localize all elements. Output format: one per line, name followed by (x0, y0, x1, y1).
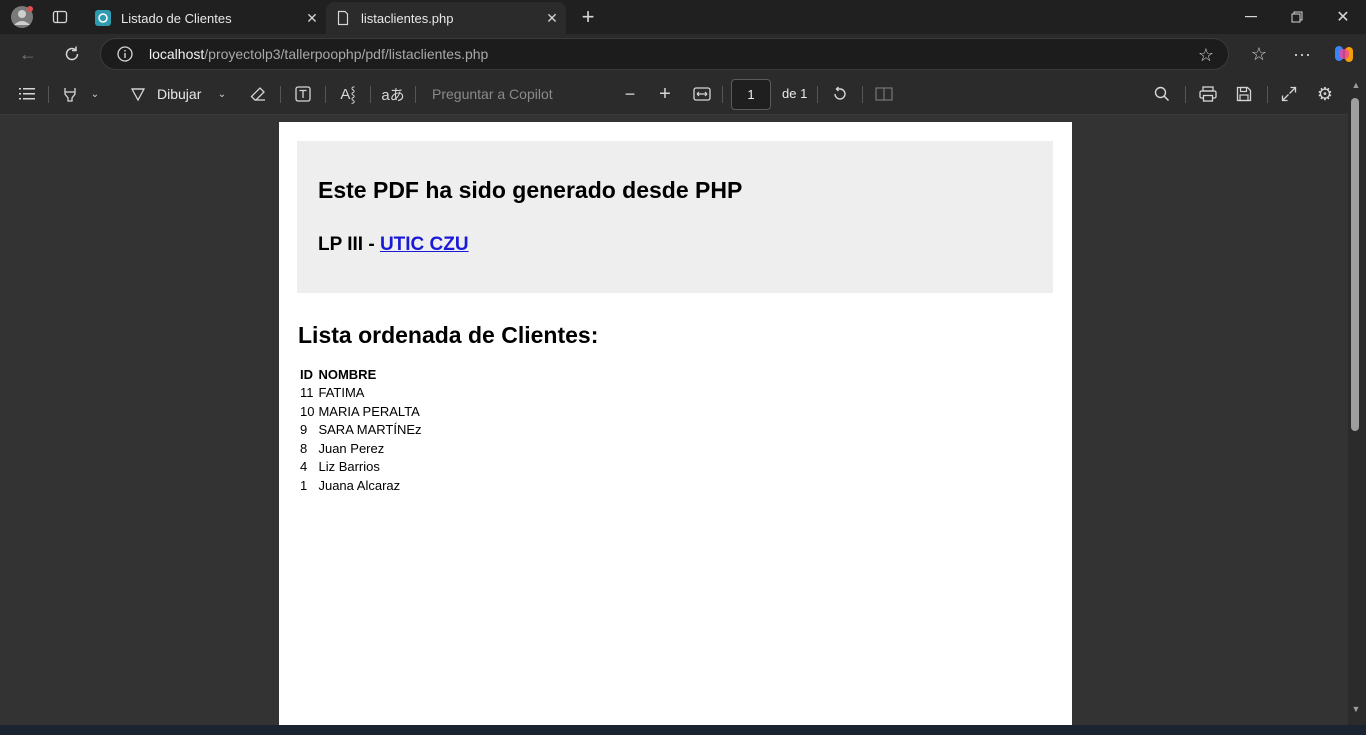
highlight-icon[interactable] (58, 82, 82, 106)
settings-gear-icon[interactable]: ⚙ (1313, 82, 1337, 106)
favorites-icon[interactable]: ☆ (1245, 41, 1273, 67)
zoom-in-icon[interactable]: + (653, 82, 677, 106)
scroll-down-icon[interactable]: ▼ (1350, 704, 1362, 714)
scroll-up-icon[interactable]: ▲ (1350, 80, 1362, 90)
clients-table: ID NOMBRE 11 FATIMA 10 MARIA PERALTA 9 SARA… (298, 365, 424, 495)
close-window-icon[interactable]: ✕ (1328, 4, 1358, 30)
taskbar-strip (0, 725, 1366, 735)
scrollbar-thumb[interactable] (1351, 98, 1359, 431)
site-info-icon[interactable] (117, 46, 133, 62)
table-row: 1 Juana Alcaraz (298, 476, 424, 495)
minimize-icon[interactable] (1236, 4, 1266, 30)
translate-icon[interactable]: aあ (381, 82, 405, 106)
vertical-scrollbar[interactable]: ▲ ▼ (1348, 74, 1366, 725)
page-icon (335, 10, 351, 26)
search-icon[interactable] (1150, 82, 1174, 106)
draw-button[interactable]: Dibujar (157, 86, 201, 102)
pdf-page: Este PDF ha sido generado desde PHP LP I… (279, 122, 1072, 725)
save-icon[interactable] (1232, 82, 1256, 106)
tab-listaclientes[interactable]: listaclientes.php ✕ (326, 2, 566, 34)
new-tab-icon[interactable]: + (576, 4, 600, 30)
restore-icon[interactable] (1282, 4, 1312, 30)
more-menu-icon[interactable]: ··· (1288, 41, 1316, 67)
draw-dropdown-icon[interactable]: ⌄ (215, 84, 229, 104)
tab-listado-clientes[interactable]: Listado de Clientes ✕ (86, 2, 326, 34)
page-view-icon[interactable] (872, 82, 896, 106)
document-heading: Este PDF ha sido generado desde PHP (318, 177, 743, 203)
url-field[interactable]: localhost/proyectolp3/tallerpoophp/pdf/l… (100, 38, 1229, 70)
reload-icon[interactable] (58, 41, 86, 67)
column-header-id: ID (300, 366, 313, 382)
cell-id: 1 (300, 477, 308, 493)
profile-avatar[interactable] (8, 4, 36, 30)
fullscreen-icon[interactable] (1277, 82, 1301, 106)
page-number-input[interactable]: 1 (731, 79, 771, 110)
cell-nombre: MARIA PERALTA (318, 403, 420, 419)
table-row: 8 Juan Perez (298, 439, 424, 458)
utic-czu-link[interactable]: UTIC CZU (380, 234, 469, 255)
cell-nombre: Juan Perez (318, 440, 385, 456)
copilot-icon[interactable] (1330, 41, 1358, 67)
ask-copilot-button[interactable]: Preguntar a Copilot (432, 86, 553, 102)
cell-id: 9 (300, 422, 308, 438)
table-row: 10 MARIA PERALTA (298, 402, 424, 421)
table-row: 9 SARA MARTÍNEz (298, 421, 424, 440)
draw-icon[interactable] (126, 82, 150, 106)
fit-page-icon[interactable] (690, 82, 714, 106)
address-bar: ← localhost/proyectolp3/tallerpoophp/pdf… (0, 34, 1366, 74)
print-icon[interactable] (1196, 82, 1220, 106)
add-text-icon[interactable] (291, 82, 315, 106)
cell-id: 4 (300, 459, 308, 475)
favorite-star-icon[interactable]: ☆ (1198, 45, 1214, 66)
subheading-prefix: LP III - (318, 234, 380, 255)
highlight-dropdown-icon[interactable]: ⌄ (88, 84, 102, 104)
cell-nombre: FATIMA (318, 385, 365, 401)
contents-icon[interactable] (15, 82, 39, 106)
tab-bar: Listado de Clientes ✕ listaclientes.php … (0, 0, 1366, 34)
eraser-icon[interactable] (246, 82, 270, 106)
table-row: 4 Liz Barrios (298, 458, 424, 477)
url-path: /proyectolp3/tallerpoophp/pdf/listaclien… (204, 46, 489, 62)
pdf-toolbar: ⌄ Dibujar ⌄ A⸾ aあ Preguntar a Copilot − … (0, 74, 1366, 115)
table-header-row: ID NOMBRE (298, 365, 424, 384)
page-total: de 1 (782, 86, 808, 101)
tab-actions-icon[interactable] (48, 5, 72, 29)
close-tab-icon[interactable]: ✕ (298, 10, 326, 27)
tab-title: listaclientes.php (361, 10, 454, 26)
cell-nombre: SARA MARTÍNEz (318, 422, 422, 438)
rotate-icon[interactable] (828, 82, 852, 106)
close-tab-icon[interactable]: ✕ (538, 10, 566, 27)
cell-nombre: Liz Barrios (318, 459, 380, 475)
site-favicon-icon (95, 10, 111, 26)
url-host: localhost (149, 46, 205, 62)
cell-nombre: Juana Alcaraz (318, 477, 401, 493)
cell-id: 8 (300, 440, 308, 456)
header-banner: Este PDF ha sido generado desde PHP LP I… (297, 141, 1053, 293)
document-subheading: LP III - UTIC CZU (318, 234, 469, 256)
tab-title: Listado de Clientes (121, 10, 232, 26)
read-aloud-icon[interactable]: A⸾ (336, 82, 360, 106)
table-row: 11 FATIMA (298, 384, 424, 403)
list-title: Lista ordenada de Clientes: (298, 322, 599, 348)
column-header-nombre: NOMBRE (318, 366, 377, 382)
cell-id: 10 (300, 403, 315, 419)
back-icon[interactable]: ← (14, 41, 42, 67)
cell-id: 11 (300, 385, 314, 401)
zoom-out-icon[interactable]: − (618, 82, 642, 106)
pdf-viewer[interactable]: Este PDF ha sido generado desde PHP LP I… (0, 115, 1348, 725)
